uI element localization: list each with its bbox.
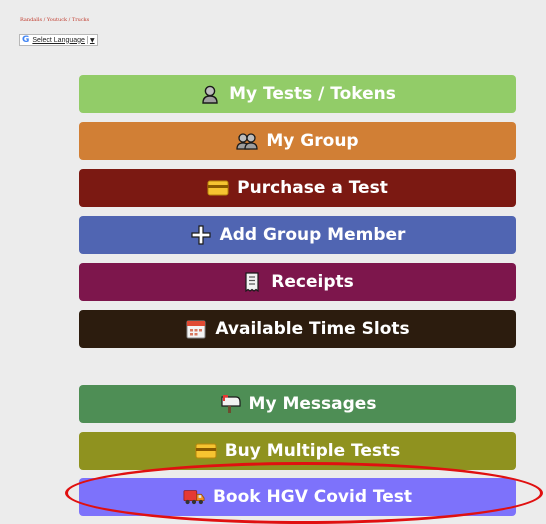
breadcrumb: Randalls / Youtuck / Trucks <box>20 17 90 23</box>
credit-card-icon <box>195 440 217 462</box>
button-label: Buy Multiple Tests <box>224 441 401 461</box>
group-icon <box>236 130 259 152</box>
button-label: Add Group Member <box>219 225 406 245</box>
purchase-a-test-button[interactable]: Purchase a Test <box>79 169 516 207</box>
credit-card-icon <box>207 177 229 199</box>
receipt-icon <box>241 271 263 293</box>
calendar-icon <box>185 318 207 340</box>
buy-multiple-tests-button[interactable]: Buy Multiple Tests <box>79 432 516 470</box>
button-label: Receipts <box>271 272 354 292</box>
mailbox-icon <box>219 393 241 415</box>
button-label: My Messages <box>248 394 377 414</box>
my-messages-button[interactable]: My Messages <box>79 385 516 423</box>
language-selector[interactable]: G Select Language ▼ <box>19 34 98 46</box>
receipts-button[interactable]: Receipts <box>79 263 516 301</box>
button-label: My Tests / Tokens <box>229 84 396 104</box>
dropdown-arrow-icon[interactable]: ▼ <box>90 37 95 44</box>
my-tests-tokens-button[interactable]: My Tests / Tokens <box>79 75 516 113</box>
person-icon <box>199 83 221 105</box>
available-time-slots-button[interactable]: Available Time Slots <box>79 310 516 348</box>
book-hgv-covid-test-button[interactable]: Book HGV Covid Test <box>79 478 516 516</box>
my-group-button[interactable]: My Group <box>79 122 516 160</box>
button-label: My Group <box>266 131 359 151</box>
add-group-member-button[interactable]: Add Group Member <box>79 216 516 254</box>
button-label: Available Time Slots <box>215 319 410 339</box>
button-label: Purchase a Test <box>237 178 388 198</box>
language-selector-label[interactable]: Select Language <box>32 37 85 44</box>
google-logo-icon: G <box>22 35 30 45</box>
language-selector-divider <box>86 36 88 44</box>
button-label: Book HGV Covid Test <box>212 487 413 507</box>
truck-icon <box>183 486 205 508</box>
plus-icon <box>190 224 212 246</box>
